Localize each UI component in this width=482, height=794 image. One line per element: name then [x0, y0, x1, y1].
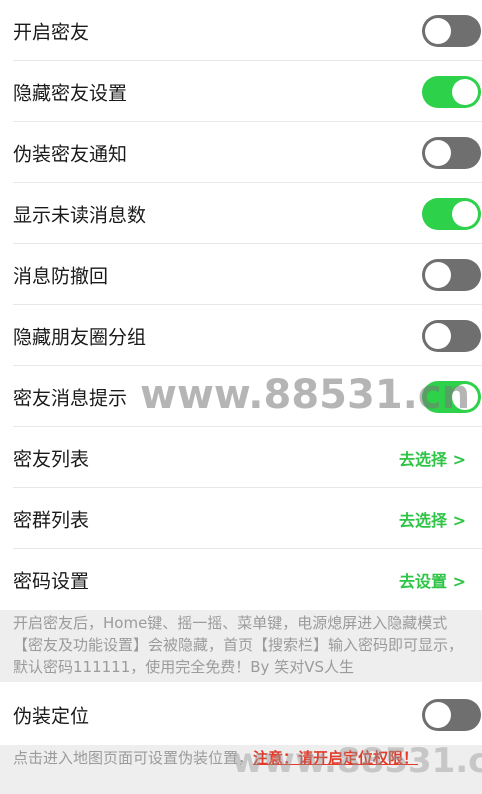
toggle-knob [425, 17, 451, 44]
row-password-settings[interactable]: 密码设置 去设置 > [0, 549, 482, 610]
row-anti-recall[interactable]: 消息防撤回 [0, 244, 482, 305]
row-message-alert[interactable]: 密友消息提示 [0, 366, 482, 427]
row-open-close-friend[interactable]: 开启密友 [0, 0, 482, 61]
toggle-knob [452, 383, 478, 410]
toggle-switch[interactable] [422, 380, 481, 413]
toggle-switch[interactable] [422, 258, 481, 291]
row-label: 伪装定位 [13, 705, 90, 728]
location-note: 点击进入地图页面可设置伪装位置，注意：请开启定位权限！ [0, 745, 482, 794]
row-hide-close-friend-settings[interactable]: 隐藏密友设置 [0, 61, 482, 122]
row-hide-moments-group[interactable]: 隐藏朋友圈分组 [0, 305, 482, 366]
row-label: 密友列表 [13, 448, 90, 470]
row-label: 隐藏朋友圈分组 [13, 326, 147, 348]
row-label: 显示未读消息数 [13, 204, 147, 226]
toggle-knob [452, 78, 478, 105]
location-note-text: 点击进入地图页面可设置伪装位置， [13, 749, 254, 767]
row-label: 隐藏密友设置 [13, 82, 128, 104]
row-disguise-notification[interactable]: 伪装密友通知 [0, 122, 482, 183]
info-note-text: 开启密友后，Home键、摇一摇、菜单键，电源熄屏进入隐藏模式【密友及功能设置】会… [13, 614, 464, 676]
row-label: 密群列表 [13, 509, 90, 531]
toggle-knob [452, 200, 478, 227]
toggle-switch[interactable] [422, 699, 481, 731]
row-friend-list[interactable]: 密友列表 去选择 > [0, 427, 482, 488]
row-group-list[interactable]: 密群列表 去选择 > [0, 488, 482, 549]
toggle-knob [425, 322, 451, 349]
toggle-switch[interactable] [422, 197, 481, 230]
select-link[interactable]: 去选择 > [399, 446, 466, 470]
select-link[interactable]: 去选择 > [399, 507, 466, 531]
location-permission-warning[interactable]: 注意：请开启定位权限！ [253, 749, 418, 767]
row-label: 密友消息提示 [13, 387, 128, 409]
row-label: 消息防撤回 [13, 265, 109, 287]
toggle-knob [425, 139, 451, 166]
row-label: 伪装密友通知 [13, 143, 128, 165]
info-note: 开启密友后，Home键、摇一摇、菜单键，电源熄屏进入隐藏模式【密友及功能设置】会… [0, 610, 482, 682]
row-show-unread-count[interactable]: 显示未读消息数 [0, 183, 482, 244]
row-fake-location[interactable]: 伪装定位 [0, 685, 482, 745]
row-label: 密码设置 [13, 570, 90, 592]
toggle-switch[interactable] [422, 319, 481, 352]
row-label: 开启密友 [13, 21, 90, 43]
toggle-switch[interactable] [422, 75, 481, 108]
toggle-switch[interactable] [422, 136, 481, 169]
toggle-switch[interactable] [422, 14, 481, 47]
toggle-knob [425, 261, 451, 288]
toggle-knob [425, 702, 451, 728]
settings-link[interactable]: 去设置 > [399, 568, 466, 592]
